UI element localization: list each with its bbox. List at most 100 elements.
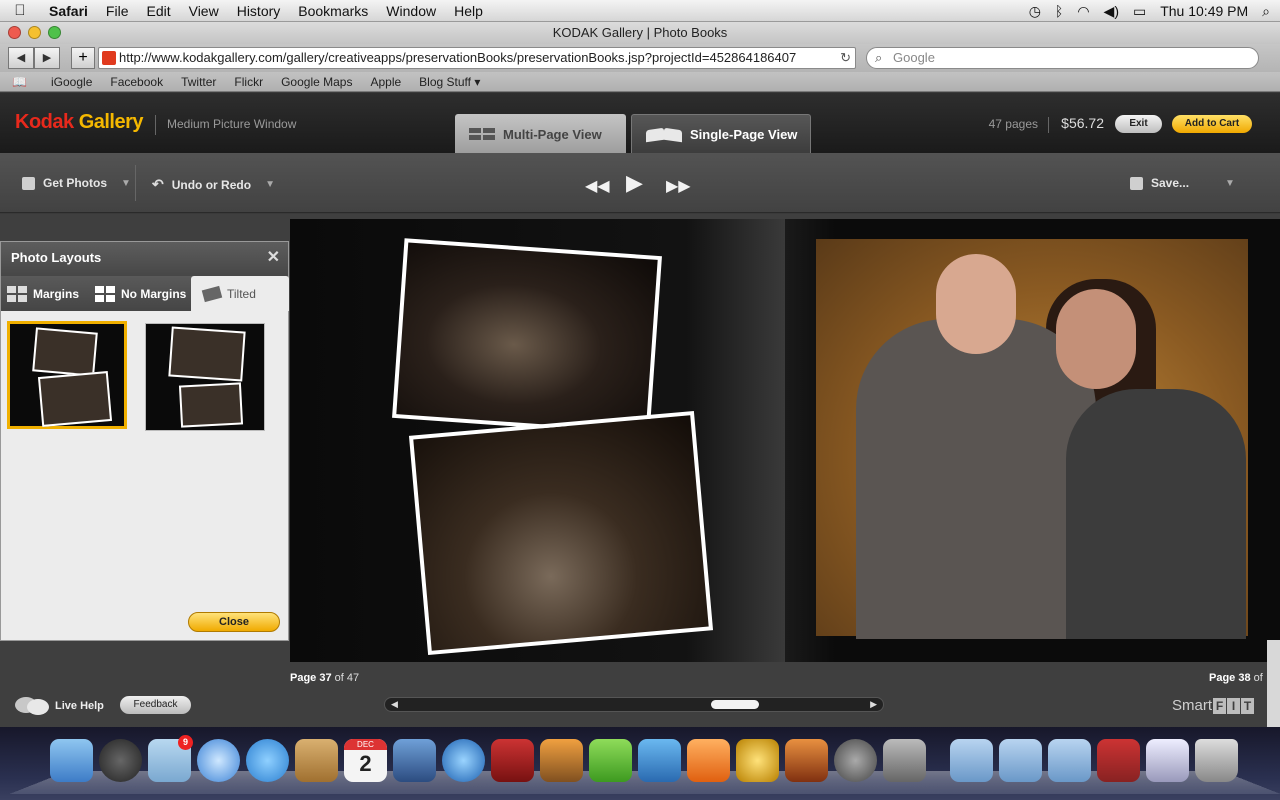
preview-icon[interactable] (393, 739, 436, 782)
tab-margins[interactable]: Margins (1, 276, 85, 311)
chevron-down-icon[interactable]: ▼ (265, 179, 275, 190)
ical-icon[interactable]: DEC 2 (344, 739, 387, 782)
minimize-window-icon[interactable] (28, 26, 41, 39)
feedback-button[interactable]: Feedback (120, 696, 191, 714)
reload-icon[interactable]: ↻ (840, 48, 851, 68)
iweb-icon[interactable] (638, 739, 681, 782)
menu-view[interactable]: View (180, 3, 228, 19)
safari-icon[interactable] (197, 739, 240, 782)
bookmark-flickr[interactable]: Flickr (225, 75, 272, 89)
previous-page-icon[interactable]: ◀◀ (585, 176, 610, 196)
bookmark-apple[interactable]: Apple (361, 75, 410, 89)
close-window-icon[interactable] (8, 26, 21, 39)
live-help-button[interactable]: Live Help (15, 697, 104, 715)
time-machine-dock-icon[interactable] (834, 739, 877, 782)
bookmarks-book-icon[interactable]: 📖 (12, 75, 30, 89)
layout-thumbnail-selected[interactable] (7, 321, 127, 429)
dashboard-icon[interactable] (99, 739, 142, 782)
wifi-icon[interactable]: ◠ (1077, 3, 1089, 20)
bluetooth-icon[interactable]: ᛒ (1055, 3, 1063, 19)
bookmark-facebook[interactable]: Facebook (101, 75, 172, 89)
save-button[interactable]: Save... ▼ (1130, 176, 1235, 190)
add-bookmark-button[interactable]: + (71, 47, 95, 69)
kodak-gallery-logo[interactable]: Kodak Gallery (15, 111, 144, 134)
layout-thumbnail-alternate[interactable] (145, 323, 265, 431)
dock: 9 DEC 2 (0, 727, 1280, 800)
ichat-icon[interactable] (246, 739, 289, 782)
imovie-icon[interactable] (589, 739, 632, 782)
left-page-label: Page 37 of 47 (290, 672, 359, 684)
screenshot-stack-icon[interactable] (1146, 739, 1189, 782)
menubar-clock[interactable]: Thu 10:49 PM (1160, 3, 1248, 19)
close-panel-button[interactable]: Close (188, 612, 280, 632)
iphoto-icon[interactable] (540, 739, 583, 782)
scroll-right-icon[interactable]: ▶ (870, 698, 877, 711)
chevron-down-icon[interactable]: ▼ (1225, 178, 1235, 189)
margins-grid-icon (7, 285, 27, 302)
mail-icon[interactable]: 9 (148, 735, 193, 782)
menu-edit[interactable]: Edit (137, 3, 179, 19)
close-icon[interactable]: ✕ (267, 247, 280, 267)
imovie-star-icon[interactable] (736, 739, 779, 782)
photo-layouts-panel: Photo Layouts ✕ Margins No Margins Tilte… (0, 241, 289, 641)
page-count: 47 pages (988, 117, 1038, 131)
itunes-icon[interactable] (442, 739, 485, 782)
photo-woman-restaurant[interactable] (392, 238, 662, 436)
garageband-icon[interactable] (785, 739, 828, 782)
tab-multi-page-view[interactable]: Multi-Page View (455, 114, 626, 154)
exit-button[interactable]: Exit (1115, 115, 1162, 133)
undo-redo-button[interactable]: ↶ Undo or Redo ▼ (152, 176, 275, 193)
downloads-folder-icon[interactable] (1048, 739, 1091, 782)
menu-app[interactable]: Safari (40, 3, 97, 19)
page-scrollbar[interactable]: ◀ ▶ (384, 697, 884, 712)
get-photos-button[interactable]: Get Photos ▼ (22, 176, 131, 190)
photo-booth-icon[interactable] (491, 739, 534, 782)
panel-header: Photo Layouts ✕ (1, 242, 288, 276)
play-slideshow-icon[interactable]: ▶ (626, 170, 643, 196)
browser-toolbar: ◀ ▶ + http://www.kodakgallery.com/galler… (0, 44, 1280, 72)
volume-icon[interactable]: ◀) (1104, 3, 1119, 20)
address-book-icon[interactable] (295, 739, 338, 782)
menu-help[interactable]: Help (445, 3, 492, 19)
menu-bookmarks[interactable]: Bookmarks (289, 3, 377, 19)
spotlight-icon[interactable]: ⌕ (1262, 3, 1270, 20)
back-button[interactable]: ◀ (8, 47, 34, 69)
documents-folder-icon[interactable] (950, 739, 993, 782)
time-machine-icon[interactable]: ◷ (1029, 3, 1041, 20)
bookmark-google-maps[interactable]: Google Maps (272, 75, 361, 89)
add-to-cart-button[interactable]: Add to Cart (1172, 115, 1252, 133)
tab-single-page-view[interactable]: Single-Page View (631, 114, 811, 154)
menu-window[interactable]: Window (377, 3, 445, 19)
photos-stack-icon[interactable] (1097, 739, 1140, 782)
bookmark-twitter[interactable]: Twitter (172, 75, 225, 89)
fit-letter-t: T (1241, 698, 1255, 714)
next-page-icon[interactable]: ▶▶ (666, 176, 691, 196)
open-book-icon (646, 127, 682, 143)
idvd-icon[interactable] (687, 739, 730, 782)
menu-history[interactable]: History (228, 3, 290, 19)
battery-icon[interactable]: ▭ (1133, 3, 1146, 20)
tab-tilted[interactable]: Tilted (191, 276, 289, 311)
applications-folder-icon[interactable] (999, 739, 1042, 782)
forward-button[interactable]: ▶ (34, 47, 60, 69)
window-scrollbar[interactable] (1267, 640, 1280, 727)
photo-man-restaurant[interactable] (408, 410, 714, 656)
menu-file[interactable]: File (97, 3, 138, 19)
system-preferences-icon[interactable] (883, 739, 926, 782)
bookmark-igoogle[interactable]: iGoogle (42, 75, 101, 89)
apple-menu-icon[interactable]:  (0, 2, 40, 19)
bookmark-blog-stuff[interactable]: Blog Stuff ▾ (410, 75, 489, 89)
tab-no-margins[interactable]: No Margins (85, 276, 192, 311)
zoom-window-icon[interactable] (48, 26, 61, 39)
trash-icon[interactable] (1195, 739, 1238, 782)
search-field[interactable]: ⌕ Google (866, 47, 1259, 69)
layout-tabs: Margins No Margins Tilted (1, 276, 289, 311)
scroll-thumb[interactable] (711, 700, 759, 709)
tab-margins-label: Margins (33, 286, 80, 301)
finder-icon[interactable] (50, 739, 93, 782)
chevron-down-icon[interactable]: ▼ (121, 178, 131, 189)
smart-fit-button[interactable]: Smart F I T (1172, 697, 1255, 714)
scroll-left-icon[interactable]: ◀ (391, 698, 398, 711)
photo-couple-portrait[interactable] (816, 239, 1248, 639)
address-bar[interactable]: http://www.kodakgallery.com/gallery/crea… (98, 47, 856, 69)
